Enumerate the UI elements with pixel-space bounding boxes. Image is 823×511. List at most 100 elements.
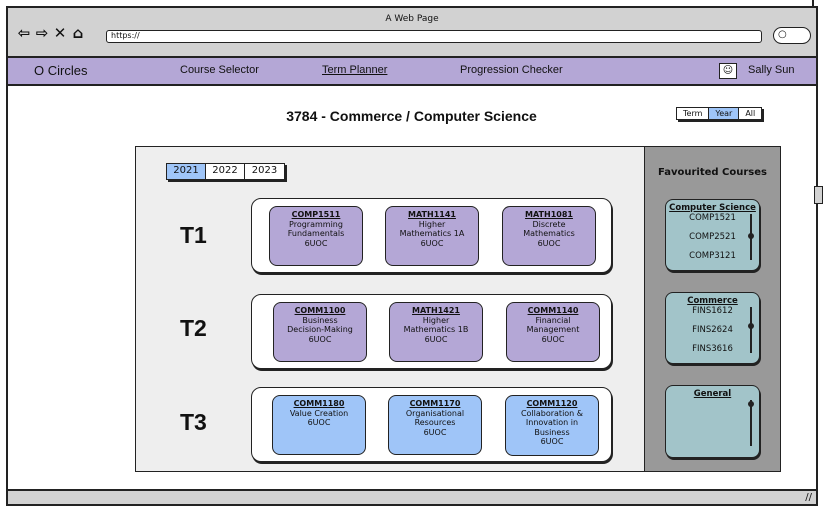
view-option-year[interactable]: Year <box>709 108 740 119</box>
term-row-t3: COMM1180 Value Creation 6UOC COMM1170 Or… <box>251 387 612 462</box>
tab-year-2021[interactable]: 2021 <box>167 164 206 179</box>
course-name: Mathematics <box>523 229 575 238</box>
course-name: Mathematics 1B <box>403 325 469 334</box>
course-card[interactable]: COMM1180 Value Creation 6UOC <box>272 395 366 455</box>
course-card[interactable]: COMP1511 Programming Fundamentals 6UOC <box>269 206 363 266</box>
course-name: Programming <box>289 219 343 229</box>
term-label-t3: T3 <box>180 409 207 435</box>
back-icon[interactable]: ⇦ <box>16 25 32 41</box>
close-icon[interactable]: ✕ <box>52 25 68 41</box>
nav-progression-checker[interactable]: Progression Checker <box>460 64 563 76</box>
tab-year-2023[interactable]: 2023 <box>245 164 284 179</box>
scroll-thumb-icon[interactable] <box>748 401 754 407</box>
view-option-term[interactable]: Term <box>677 108 710 119</box>
term-row-t1: COMP1511 Programming Fundamentals 6UOC M… <box>251 198 612 273</box>
course-uoc: 6UOC <box>424 334 448 344</box>
course-card[interactable]: COMM1170 Organisational Resources 6UOC <box>388 395 482 455</box>
user-avatar-icon[interactable]: ☺ <box>719 63 737 79</box>
course-name: Business <box>534 427 570 437</box>
resize-grip-icon[interactable]: // <box>805 492 812 503</box>
course-code: COMM1140 <box>527 306 579 315</box>
favourite-group-title: Computer Science <box>669 203 756 213</box>
course-name: Discrete <box>532 219 566 229</box>
course-name: Collaboration & <box>520 408 584 418</box>
course-name: Management <box>526 325 580 334</box>
course-name: Mathematics 1A <box>399 229 465 238</box>
course-card[interactable]: MATH1141 Higher Mathematics 1A 6UOC <box>385 206 479 266</box>
course-uoc: 6UOC <box>541 334 565 344</box>
favourite-course[interactable]: FINS2624 <box>666 325 759 335</box>
course-code: COMM1120 <box>526 399 578 408</box>
course-code: COMP1511 <box>291 210 341 219</box>
top-navbar: O Circles Course Selector Term Planner P… <box>6 56 818 86</box>
view-option-all[interactable]: All <box>739 108 762 119</box>
home-icon[interactable]: ⌂ <box>70 25 86 41</box>
course-card[interactable]: MATH1421 Higher Mathematics 1B 6UOC <box>389 302 483 362</box>
term-row-t2: COMM1100 Business Decision-Making 6UOC M… <box>251 294 612 369</box>
status-bar: // <box>6 489 818 506</box>
course-code: MATH1421 <box>412 306 460 315</box>
scrollbar-handle[interactable] <box>814 186 823 204</box>
term-planner-grid: 2021 2022 2023 T1 COMP1511 Programming F… <box>135 146 645 472</box>
nav-term-planner[interactable]: Term Planner <box>322 64 387 76</box>
course-name: Higher <box>422 315 450 325</box>
favourites-title: Favourited Courses <box>657 167 767 178</box>
year-tabs: 2021 2022 2023 <box>166 163 285 180</box>
nav-course-selector[interactable]: Course Selector <box>180 64 259 76</box>
frame-right <box>816 56 818 489</box>
course-code: MATH1081 <box>525 210 573 219</box>
course-code: MATH1141 <box>408 210 456 219</box>
tab-year-2022[interactable]: 2022 <box>206 164 245 179</box>
course-code: COMM1100 <box>294 306 346 315</box>
browser-window: A Web Page ⇦ ⇨ ✕ ⌂ https:// ○ O Circles … <box>0 0 823 511</box>
course-name: Resources <box>414 418 456 427</box>
course-uoc: 6UOC <box>540 437 564 446</box>
brand-logo[interactable]: O Circles <box>34 63 87 78</box>
course-name: Value Creation <box>289 408 349 418</box>
scroll-thumb-icon[interactable] <box>748 233 754 239</box>
favourite-course[interactable]: FINS1612 <box>666 306 759 316</box>
course-card[interactable]: COMM1120 Collaboration & Innovation in B… <box>505 395 599 456</box>
favourite-group-commerce[interactable]: Commerce FINS1612 FINS2624 FINS3616 <box>665 292 760 364</box>
favourite-group-general[interactable]: General <box>665 385 760 458</box>
course-uoc: 6UOC <box>308 334 332 344</box>
favourite-course[interactable]: COMP3121 <box>666 251 759 261</box>
window-title: A Web Page <box>385 14 439 24</box>
user-name[interactable]: Sally Sun <box>748 64 794 76</box>
course-uoc: 6UOC <box>307 418 331 427</box>
favourite-course[interactable]: COMP2521 <box>666 232 759 242</box>
favourite-group-title: Commerce <box>687 296 738 306</box>
favourite-group-title: General <box>693 389 732 399</box>
course-card[interactable]: COMM1140 Financial Management 6UOC <box>506 302 600 362</box>
forward-icon[interactable]: ⇨ <box>34 25 50 41</box>
favourite-course[interactable]: COMP1521 <box>666 213 759 223</box>
course-name: Decision-Making <box>287 325 353 334</box>
course-name: Fundamentals <box>287 229 345 238</box>
course-uoc: 6UOC <box>423 427 447 437</box>
course-card[interactable]: MATH1081 Discrete Mathematics 6UOC <box>502 206 596 266</box>
view-toggle: Term Year All <box>676 107 763 120</box>
course-name: Higher <box>418 219 446 229</box>
course-code: COMM1170 <box>409 399 461 408</box>
course-card[interactable]: COMM1100 Business Decision-Making 6UOC <box>273 302 367 362</box>
course-uoc: 6UOC <box>537 238 561 248</box>
degree-title: 3784 - Commerce / Computer Science <box>286 108 537 124</box>
favourite-group-computer-science[interactable]: Computer Science COMP1521 COMP2521 COMP3… <box>665 199 760 271</box>
course-uoc: 6UOC <box>304 238 328 248</box>
search-icon[interactable]: ○ <box>773 27 811 44</box>
course-code: COMM1180 <box>293 399 345 408</box>
course-name: Business <box>302 315 338 325</box>
scroll-thumb-icon[interactable] <box>748 323 754 329</box>
course-name: Organisational <box>405 408 465 418</box>
browser-nav-buttons: ⇦ ⇨ ✕ ⌂ <box>16 25 86 41</box>
term-label-t2: T2 <box>180 315 207 341</box>
course-name: Innovation in <box>525 418 579 427</box>
course-uoc: 6UOC <box>420 238 444 248</box>
url-input[interactable]: https:// <box>106 30 762 43</box>
favourites-panel: Favourited Courses Computer Science COMP… <box>644 146 781 472</box>
course-name: Financial <box>535 315 571 325</box>
browser-chrome: A Web Page ⇦ ⇨ ✕ ⌂ https:// ○ <box>6 6 818 56</box>
term-label-t1: T1 <box>180 222 207 248</box>
favourite-scrollbar[interactable] <box>750 307 752 353</box>
favourite-course[interactable]: FINS3616 <box>666 344 759 354</box>
